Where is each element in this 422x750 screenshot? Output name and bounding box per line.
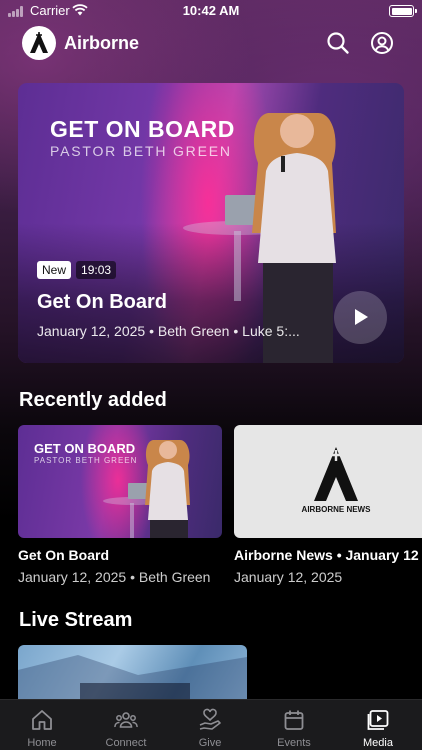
tab-label: Events <box>277 737 311 749</box>
tab-home[interactable]: Home <box>0 700 84 750</box>
calendar-icon <box>284 710 304 730</box>
recent-item-thumbnail: AIRBORNE NEWS <box>234 425 422 538</box>
bottom-tab-bar: Home Connect Give Events Media <box>0 699 422 750</box>
home-icon <box>32 710 52 730</box>
tab-give[interactable]: Give <box>168 700 252 750</box>
clock: 10:42 AM <box>182 3 240 18</box>
recent-item-card[interactable]: GET ON BOARD PASTOR BETH GREEN Get On Bo… <box>18 425 222 585</box>
tab-label: Connect <box>105 737 147 749</box>
people-icon <box>114 712 138 728</box>
recent-item-card[interactable]: AIRBORNE NEWS Airborne News • January 12… <box>234 425 422 585</box>
give-heart-icon <box>199 708 221 730</box>
duration-badge: 19:03 <box>76 261 117 279</box>
search-icon[interactable] <box>326 31 350 55</box>
profile-icon[interactable] <box>370 31 394 55</box>
live-stream-thumbnail[interactable] <box>18 645 247 705</box>
recent-item-title: Get On Board <box>18 547 110 563</box>
battery-icon <box>389 5 417 17</box>
recent-item-meta: January 12, 2025 • Beth Green <box>18 569 211 585</box>
featured-meta: January 12, 2025 • Beth Green • Luke 5:.… <box>37 323 300 339</box>
recent-item-meta: January 12, 2025 <box>234 569 343 585</box>
live-stream-heading: Live Stream <box>19 609 133 631</box>
tab-connect[interactable]: Connect <box>84 700 168 750</box>
play-icon <box>355 309 368 325</box>
app-header: Airborne <box>0 26 422 62</box>
poster-subtitle: PASTOR BETH GREEN <box>50 143 232 159</box>
play-button[interactable] <box>334 291 387 344</box>
tab-media[interactable]: Media <box>336 700 420 750</box>
badge-row: New 19:03 <box>37 261 117 279</box>
tab-events[interactable]: Events <box>252 700 336 750</box>
recently-added-heading: Recently added <box>19 389 167 411</box>
new-badge: New <box>37 261 72 279</box>
tab-label: Give <box>198 737 222 749</box>
poster-title: GET ON BOARD <box>50 116 235 142</box>
thumb-label: AIRBORNE NEWS <box>301 505 371 514</box>
live-stream-artwork <box>18 655 247 705</box>
app-title: Airborne <box>64 33 140 53</box>
speaker-illustration <box>103 440 190 538</box>
recent-item-thumbnail: GET ON BOARD PASTOR BETH GREEN <box>18 425 222 538</box>
featured-title: Get On Board <box>37 291 168 313</box>
recent-item-title: Airborne News • January 12 <box>234 547 419 563</box>
airborne-logo-icon <box>314 447 358 501</box>
status-bar: Carrier 10:42 AM <box>0 0 422 22</box>
tab-label: Home <box>27 737 57 749</box>
featured-sermon-card[interactable]: GET ON BOARD PASTOR BETH GREEN New 19:03… <box>18 83 404 363</box>
airborne-logo-icon[interactable] <box>22 26 56 60</box>
tab-label: Media <box>363 737 393 749</box>
media-play-icon <box>367 710 389 730</box>
